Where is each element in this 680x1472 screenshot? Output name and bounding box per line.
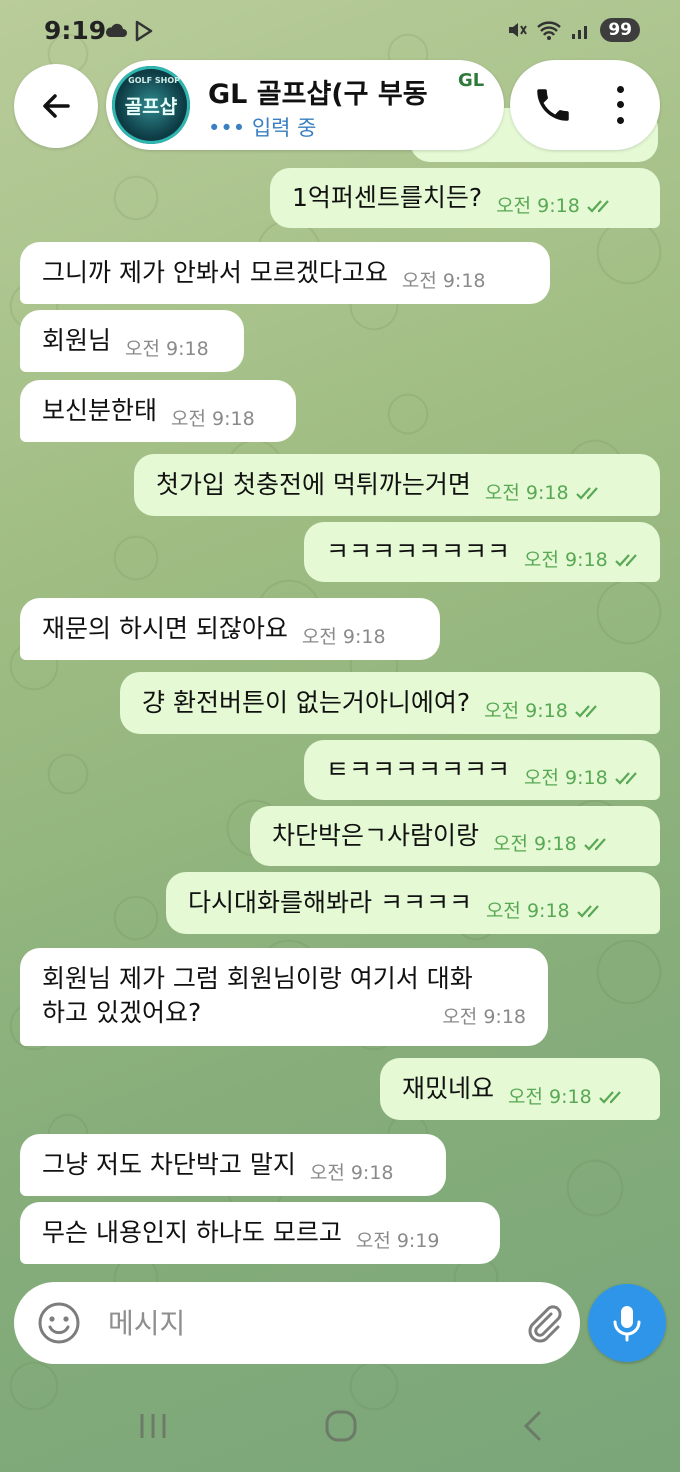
double-check-icon xyxy=(614,554,637,567)
double-check-icon xyxy=(587,200,609,213)
message-bubble[interactable]: 그니까 제가 안봐서 모르겠다고요 오전 9:18 xyxy=(20,242,550,304)
home-button[interactable] xyxy=(316,1408,366,1444)
message-bubble[interactable]: 회원님 오전 9:18 xyxy=(20,310,244,372)
recent-apps-button[interactable] xyxy=(128,1408,178,1444)
status-time: 9:19 xyxy=(44,16,107,45)
double-check-icon xyxy=(575,705,597,718)
attach-button[interactable] xyxy=(520,1300,566,1346)
wifi-icon xyxy=(537,21,562,40)
arrow-back-icon xyxy=(43,94,70,118)
status-bar: 9:19 99 xyxy=(0,0,680,62)
double-check-icon xyxy=(576,905,599,918)
system-nav-bar xyxy=(0,1372,680,1472)
message-bubble[interactable]: 재밌네요 오전 9:18 xyxy=(380,1058,660,1120)
voice-record-button[interactable] xyxy=(588,1284,666,1362)
message-bubble[interactable]: 회원님 제가 그럼 회원님이랑 여기서 대화 하고 있겠어요? 오전 9:18 xyxy=(20,948,548,1046)
smiley-icon xyxy=(38,1302,80,1344)
avatar[interactable]: GOLF SHOP 골프샵 xyxy=(112,66,190,144)
recent-apps-icon xyxy=(140,1414,166,1438)
message-bubble[interactable]: 무슨 내용인지 하나도 모르고 오전 9:19 xyxy=(20,1202,500,1264)
microphone-icon xyxy=(613,1306,641,1342)
double-check-icon xyxy=(614,772,637,785)
message-composer xyxy=(14,1282,580,1364)
message-bubble[interactable]: ㅌㅋㅋㅋㅋㅋㅋㅋ 오전 9:18 xyxy=(304,740,660,800)
message-bubble[interactable]: 재문의 하시면 되잖아요 오전 9:18 xyxy=(20,598,440,660)
battery-indicator: 99 xyxy=(600,18,640,42)
message-bubble[interactable]: 차단박은ㄱ사람이랑 오전 9:18 xyxy=(250,806,660,866)
message-bubble[interactable]: 그냥 저도 차단박고 말지 오전 9:18 xyxy=(20,1134,446,1196)
double-check-icon xyxy=(575,487,598,500)
play-store-icon xyxy=(135,20,153,42)
message-bubble[interactable]: 1억퍼센트를치든? 오전 9:18 xyxy=(270,168,660,228)
header-actions xyxy=(510,60,660,150)
back-nav-button[interactable] xyxy=(508,1408,558,1444)
gl-logo: GL xyxy=(458,70,485,91)
call-button[interactable] xyxy=(532,84,574,126)
cloud-icon xyxy=(105,23,127,37)
home-icon xyxy=(325,1410,357,1442)
chat-title: GL 골프샵(구 부동 xyxy=(208,79,428,110)
double-check-icon xyxy=(598,1091,621,1104)
signal-icon xyxy=(572,26,588,39)
message-input[interactable] xyxy=(108,1302,488,1344)
typing-status: ••• 입력 중 xyxy=(208,116,317,140)
phone-icon xyxy=(537,89,569,121)
double-check-icon xyxy=(583,838,606,851)
mute-icon xyxy=(509,23,528,37)
paperclip-icon xyxy=(528,1305,562,1343)
chevron-left-icon xyxy=(523,1411,541,1441)
more-options-button[interactable] xyxy=(608,82,632,128)
back-button[interactable] xyxy=(14,64,98,148)
message-bubble[interactable]: 첫가입 첫충전에 먹튀까는거면 오전 9:18 xyxy=(134,454,660,516)
message-bubble[interactable]: 보신분한태 오전 9:18 xyxy=(20,380,296,442)
message-bubble[interactable]: 걍 환전버튼이 없는거아니에여? 오전 9:18 xyxy=(120,672,660,734)
message-bubble[interactable]: ㅋㅋㅋㅋㅋㅋㅋㅋ 오전 9:18 xyxy=(304,522,660,582)
message-bubble[interactable]: 다시대화를해봐라 ㅋㅋㅋㅋ 오전 9:18 xyxy=(166,872,660,934)
chat-header-title[interactable]: GOLF SHOP 골프샵 GL 골프샵(구 부동 ••• 입력 중 GL xyxy=(106,60,504,150)
emoji-button[interactable] xyxy=(36,1300,82,1346)
